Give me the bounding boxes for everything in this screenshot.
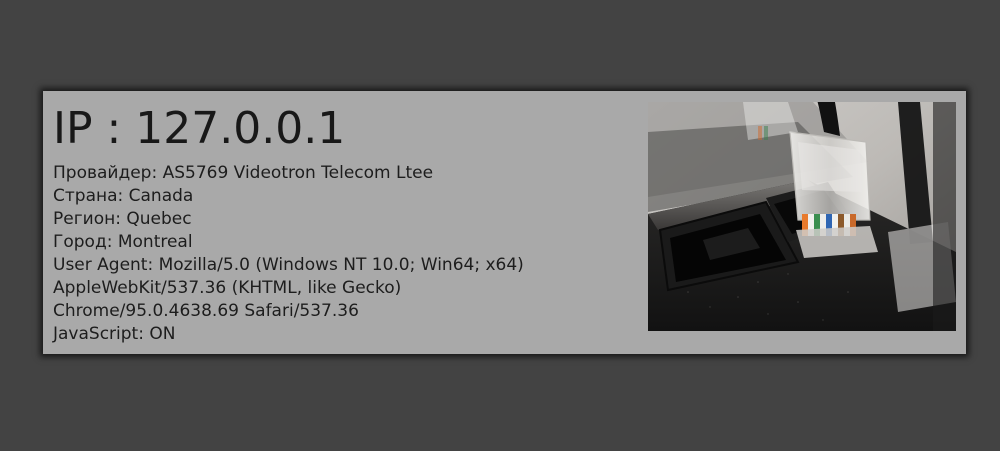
- user-agent-line-3: Chrome/95.0.4638.69 Safari/537.36: [53, 301, 359, 321]
- ip-info-card: IP : 127.0.0.1 Провайдер: AS5769 Videotr…: [43, 91, 966, 354]
- provider-line: Провайдер: AS5769 Videotron Telecom Ltee: [53, 163, 434, 183]
- user-agent-line-2: AppleWebKit/537.36 (KHTML, like Gecko): [53, 278, 402, 298]
- network-cable-ports-photo: [648, 102, 956, 331]
- ip-address-title: IP : 127.0.0.1: [53, 103, 346, 154]
- city-line: Город: Montreal: [53, 232, 193, 252]
- connection-info-list: Провайдер: AS5769 Videotron Telecom Ltee…: [53, 162, 633, 346]
- region-line: Регион: Quebec: [53, 209, 192, 229]
- user-agent-line: User Agent: Mozilla/5.0 (Windows NT 10.0…: [53, 255, 524, 275]
- javascript-status-line: JavaScript: ON: [53, 324, 176, 344]
- country-line: Страна: Canada: [53, 186, 194, 206]
